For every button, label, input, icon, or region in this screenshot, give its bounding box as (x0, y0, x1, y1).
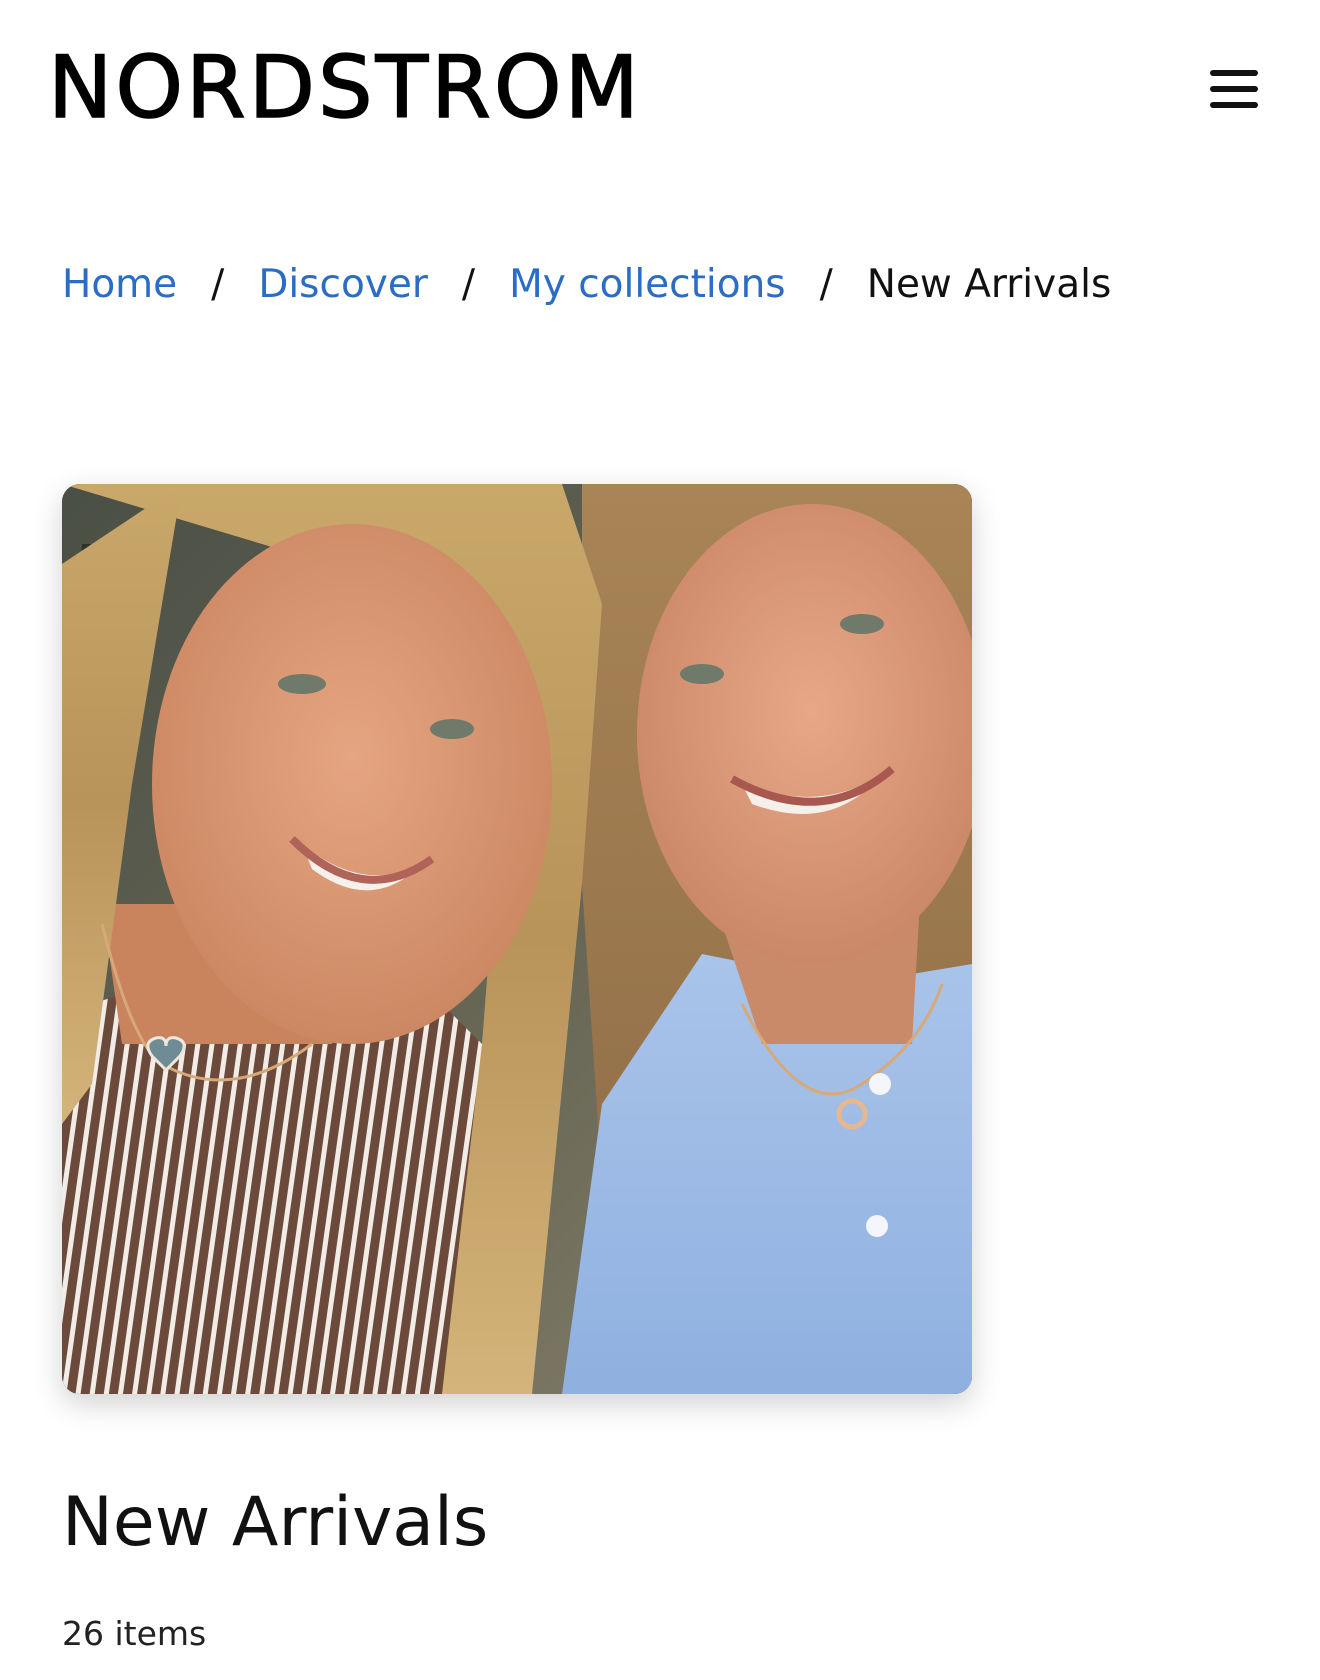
menu-bar (1210, 70, 1258, 76)
nordstrom-logo[interactable]: NORDSTROM (47, 37, 642, 139)
menu-bar (1210, 102, 1258, 108)
cover-photo-illustration (62, 484, 972, 1394)
breadcrumb-current: New Arrivals (866, 261, 1112, 307)
breadcrumb-separator: / (211, 261, 225, 307)
breadcrumb-separator: / (819, 261, 833, 307)
breadcrumb-separator: / (461, 261, 476, 307)
menu-bar (1210, 86, 1258, 92)
breadcrumb: Home / Discover / My collections / New A… (62, 254, 1111, 314)
site-header: NORDSTROM (0, 0, 1320, 170)
collection-cover-image (62, 484, 972, 1394)
breadcrumb-my-collections-link[interactable]: My collections (509, 262, 786, 307)
collection-title: New Arrivals (62, 1483, 489, 1562)
collection-item-count: 26 items (62, 1614, 207, 1653)
hamburger-menu-icon[interactable] (1200, 60, 1264, 124)
breadcrumb-discover-link[interactable]: Discover (258, 262, 428, 307)
breadcrumb-home-link[interactable]: Home (62, 262, 177, 307)
